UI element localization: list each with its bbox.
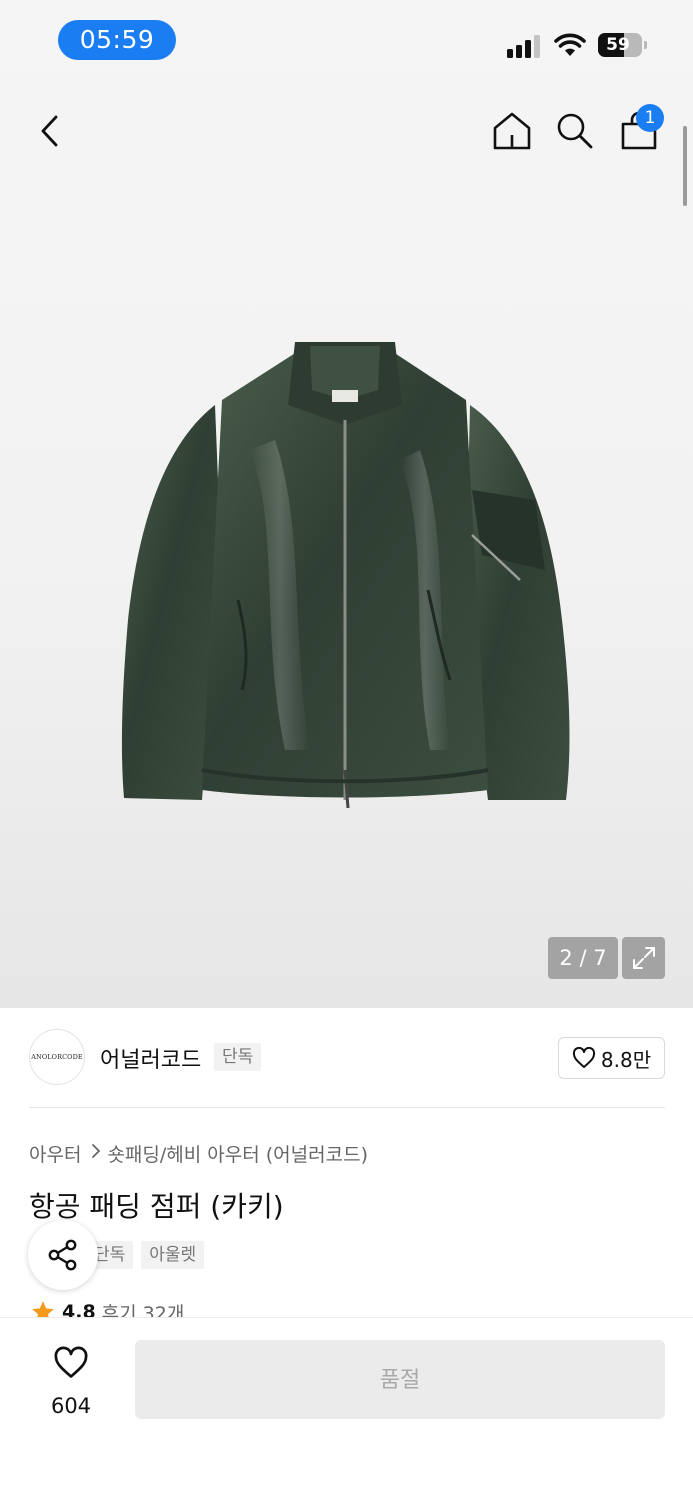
breadcrumb: 아우터 숏패딩/헤비 아우터 (어널러코드) <box>29 1139 368 1167</box>
breadcrumb-subcategory[interactable]: 숏패딩/헤비 아우터 (어널러코드) <box>107 1140 368 1167</box>
share-button[interactable] <box>28 1220 98 1290</box>
battery-tip <box>644 41 647 49</box>
cart-count-badge: 1 <box>636 104 664 132</box>
home-button[interactable] <box>484 96 540 166</box>
tag-outlet: 아울렛 <box>141 1241 205 1269</box>
product-gallery[interactable]: 05:59 59 1 2 / 7 <box>0 0 693 1008</box>
home-icon <box>493 112 531 150</box>
product-tags: 단독 아울렛 <box>86 1241 205 1269</box>
brand-logo[interactable]: ANOLORCODE <box>29 1029 85 1085</box>
chevron-right-icon <box>91 1142 101 1164</box>
brand-name[interactable]: 어널러코드 <box>100 1042 201 1074</box>
brand-like-count: 8.8만 <box>600 1047 652 1072</box>
search-button[interactable] <box>547 96 603 166</box>
brand-logo-text: ANOLORCODE <box>31 1053 83 1061</box>
search-icon <box>557 113 593 149</box>
top-navigation <box>0 96 693 166</box>
product-title: 항공 패딩 점퍼 (카키) <box>29 1190 284 1223</box>
status-bar: 05:59 59 <box>0 0 693 80</box>
bottom-action-bar: 604 품절 <box>0 1317 693 1500</box>
wifi-icon <box>554 33 586 56</box>
status-time: 05:59 <box>58 20 176 60</box>
battery-percent: 59 <box>606 35 630 55</box>
image-counter: 2 / 7 <box>548 937 618 979</box>
signal-icon <box>507 34 543 58</box>
wishlist-button[interactable]: 604 <box>30 1346 112 1422</box>
brand-row[interactable]: ANOLORCODE 어널러코드 단독 8.8만 <box>0 1024 693 1092</box>
breadcrumb-category[interactable]: 아우터 <box>29 1140 81 1167</box>
heart-icon <box>572 1047 595 1068</box>
divider <box>29 1107 665 1108</box>
wishlist-count: 604 <box>50 1394 92 1418</box>
expand-image-button[interactable] <box>622 937 665 979</box>
heart-icon <box>54 1346 88 1378</box>
sold-out-button: 품절 <box>135 1340 665 1419</box>
expand-icon <box>632 947 655 969</box>
chevron-left-icon <box>41 115 58 147</box>
brand-like-button[interactable]: 8.8만 <box>558 1037 665 1079</box>
share-icon <box>48 1239 77 1271</box>
battery-icon: 59 <box>598 33 642 57</box>
scroll-indicator[interactable] <box>683 126 687 206</box>
brand-exclusive-badge: 단독 <box>214 1043 262 1071</box>
back-button[interactable] <box>22 96 78 166</box>
product-image[interactable] <box>110 330 580 810</box>
